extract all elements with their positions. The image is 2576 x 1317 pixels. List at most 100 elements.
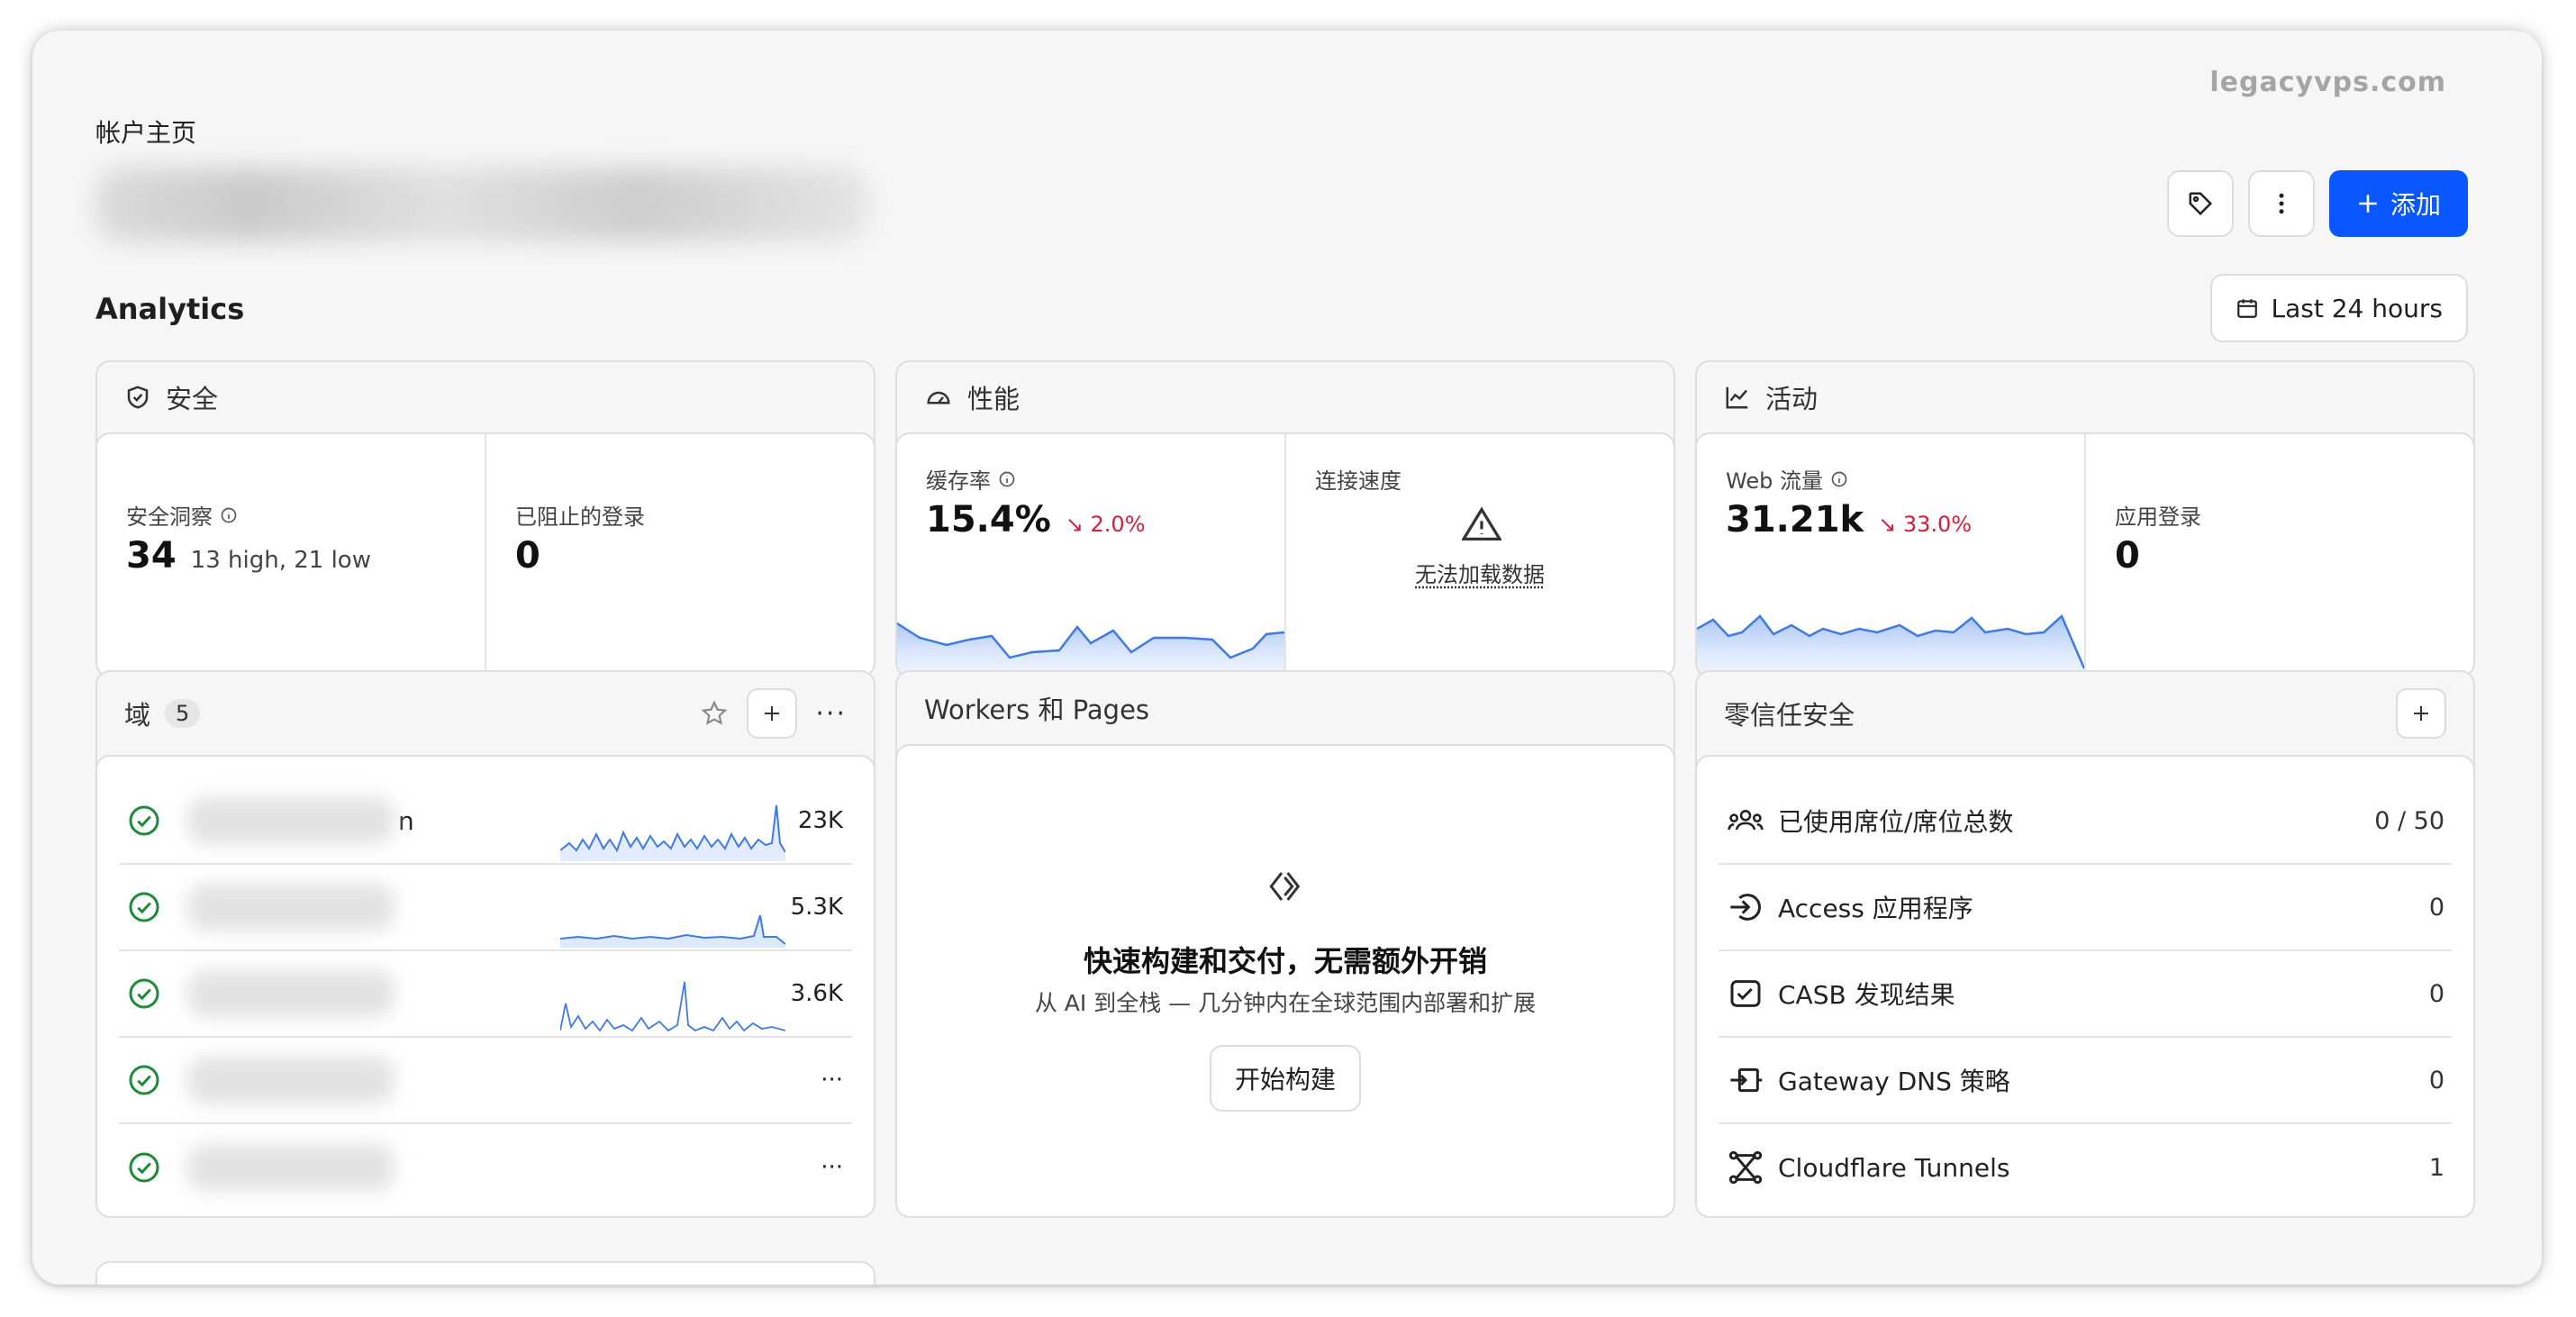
domain-name-redacted [187, 1144, 395, 1191]
star-icon[interactable] [700, 699, 729, 728]
access-label: Access 应用程序 [1778, 894, 1973, 923]
app-logins-panel[interactable]: 应用登录 0 [2084, 434, 2473, 676]
connection-speed-error: 无法加载数据 [1415, 562, 1545, 587]
access-value: 0 [2428, 893, 2444, 922]
domain-row[interactable]: 3.6K [119, 951, 852, 1038]
more-options-button[interactable] [2247, 170, 2315, 237]
active-check-icon [129, 892, 159, 922]
workers-subline: 从 AI 到全栈 — 几分钟内在全球范围内部署和扩展 [1034, 990, 1537, 1016]
domain-traffic-sparkline [560, 804, 785, 861]
cache-rate-delta: ↘ 2.0% [1065, 512, 1146, 537]
add-domain-button[interactable] [747, 688, 798, 739]
header-actions: 添加 [2166, 170, 2468, 237]
warning-icon [1462, 506, 1501, 540]
active-check-icon [129, 805, 159, 836]
workers-logo-icon [1269, 872, 1301, 901]
more-vertical-icon [2279, 193, 2284, 214]
security-title: 安全 [166, 384, 219, 414]
seats-label: 已使用席位/席位总数 [1778, 807, 2014, 837]
account-home-window: legacyvps.com 帐户主页 添加 Analytics Last 24 … [32, 31, 2542, 1285]
domain-row[interactable]: n 23K [119, 778, 852, 865]
add-button-label: 添加 [2390, 190, 2441, 220]
app-logins-value: 0 [2115, 535, 2140, 577]
web-traffic-delta: ↘ 33.0% [1878, 512, 1973, 537]
zero-trust-tunnels-row[interactable]: Cloudflare Tunnels 1 [1719, 1124, 2452, 1211]
domains-card: 域 5 ··· n 23K 5.3K 3.6K ··· ··· [95, 670, 875, 1218]
web-traffic-label: Web 流量 [1726, 468, 1823, 494]
activity-card: 活动 Web 流量 31.21k ↘ 33.0% 应用登录 0 [1695, 360, 2475, 677]
zero-trust-access-row[interactable]: Access 应用程序 0 [1719, 865, 2452, 951]
activity-title: 活动 [1765, 384, 1819, 414]
info-icon[interactable] [220, 506, 238, 524]
start-building-label: 开始构建 [1234, 1065, 1337, 1094]
watermark: legacyvps.com [2209, 67, 2446, 98]
breadcrumb[interactable]: 帐户主页 [95, 114, 196, 150]
connection-speed-panel[interactable]: 连接速度 无法加载数据 [1284, 434, 1673, 676]
active-check-icon [129, 1065, 159, 1095]
domain-traffic-sparkline [560, 981, 785, 1032]
active-check-icon [129, 978, 159, 1009]
casb-value: 0 [2428, 979, 2444, 1008]
cache-rate-sparkline [897, 622, 1284, 676]
security-insights-breakdown: 13 high, 21 low [190, 547, 371, 574]
domain-name-redacted [187, 1057, 395, 1104]
security-insights-panel[interactable]: 安全洞察 34 13 high, 21 low [97, 434, 485, 676]
domain-row-more-icon[interactable]: ··· [821, 1067, 843, 1094]
domain-row[interactable]: ··· [119, 1124, 852, 1211]
blocked-logins-panel[interactable]: 已阻止的登录 0 [485, 434, 874, 676]
web-traffic-value: 31.21k [1726, 499, 1864, 540]
casb-icon [1730, 980, 1761, 1007]
domain-requests-value: 5.3K [790, 894, 843, 921]
plus-icon [2359, 195, 2377, 213]
security-card: 安全 安全洞察 34 13 high, 21 low 已阻止的登录 0 [95, 360, 875, 677]
web-traffic-sparkline [1697, 613, 2084, 676]
security-insights-label: 安全洞察 [126, 504, 213, 530]
users-icon [1728, 810, 1764, 831]
domain-requests-value: 3.6K [790, 980, 843, 1007]
domains-more-icon[interactable]: ··· [815, 698, 847, 730]
zero-trust-gateway-row[interactable]: Gateway DNS 策略 0 [1719, 1038, 2452, 1124]
domain-name-redacted [187, 884, 395, 931]
gateway-value: 0 [2428, 1066, 2444, 1094]
tag-icon [2189, 192, 2213, 216]
start-building-button[interactable]: 开始构建 [1209, 1045, 1362, 1112]
tunnels-label: Cloudflare Tunnels [1778, 1152, 2010, 1183]
add-zero-trust-button[interactable] [2396, 688, 2446, 739]
domains-title: 域 [124, 700, 151, 731]
connection-speed-label: 连接速度 [1315, 468, 1401, 494]
tunnel-icon [1728, 1150, 1763, 1185]
time-range-button[interactable]: Last 24 hours [2209, 274, 2468, 342]
add-button[interactable]: 添加 [2328, 170, 2468, 237]
cache-rate-value: 15.4% [926, 499, 1051, 540]
cache-rate-label: 缓存率 [926, 468, 991, 494]
zero-trust-title: 零信任安全 [1724, 700, 1855, 731]
domain-row[interactable]: ··· [119, 1038, 852, 1124]
gauge-icon [927, 391, 950, 404]
performance-card: 性能 缓存率 15.4% ↘ 2.0% 连接速度 无法加载数据 [895, 360, 1675, 677]
domain-name-suffix: n [398, 805, 414, 836]
blocked-logins-label: 已阻止的登录 [515, 504, 645, 530]
cache-rate-panel[interactable]: 缓存率 15.4% ↘ 2.0% [897, 434, 1284, 676]
domain-row-more-icon[interactable]: ··· [821, 1154, 843, 1181]
zero-trust-casb-row[interactable]: CASB 发现结果 0 [1719, 951, 2452, 1038]
info-icon[interactable] [998, 470, 1016, 488]
domain-name-redacted [187, 797, 395, 844]
workers-headline: 快速构建和交付，无需额外开销 [1083, 944, 1487, 978]
seats-value: 0 / 50 [2374, 806, 2444, 835]
zero-trust-seats-row[interactable]: 已使用席位/席位总数 0 / 50 [1719, 778, 2452, 865]
domain-row[interactable]: 5.3K [119, 865, 852, 951]
info-icon[interactable] [1830, 470, 1848, 488]
next-card-partial [95, 1261, 875, 1285]
security-insights-value: 34 [126, 535, 177, 577]
domains-count-badge: 5 [165, 699, 201, 728]
tag-button[interactable] [2166, 170, 2234, 237]
calendar-icon [2236, 299, 2257, 318]
gateway-icon [1730, 1067, 1763, 1093]
web-traffic-panel[interactable]: Web 流量 31.21k ↘ 33.0% [1697, 434, 2084, 676]
performance-title: 性能 [967, 384, 1020, 414]
domain-requests-value: 23K [797, 807, 843, 834]
tunnels-value: 1 [2428, 1153, 2444, 1182]
workers-pages-card: Workers 和 Pages 快速构建和交付，无需额外开销 从 AI 到全栈 … [895, 670, 1675, 1218]
plus-icon [765, 706, 780, 721]
domain-traffic-sparkline [560, 914, 785, 948]
